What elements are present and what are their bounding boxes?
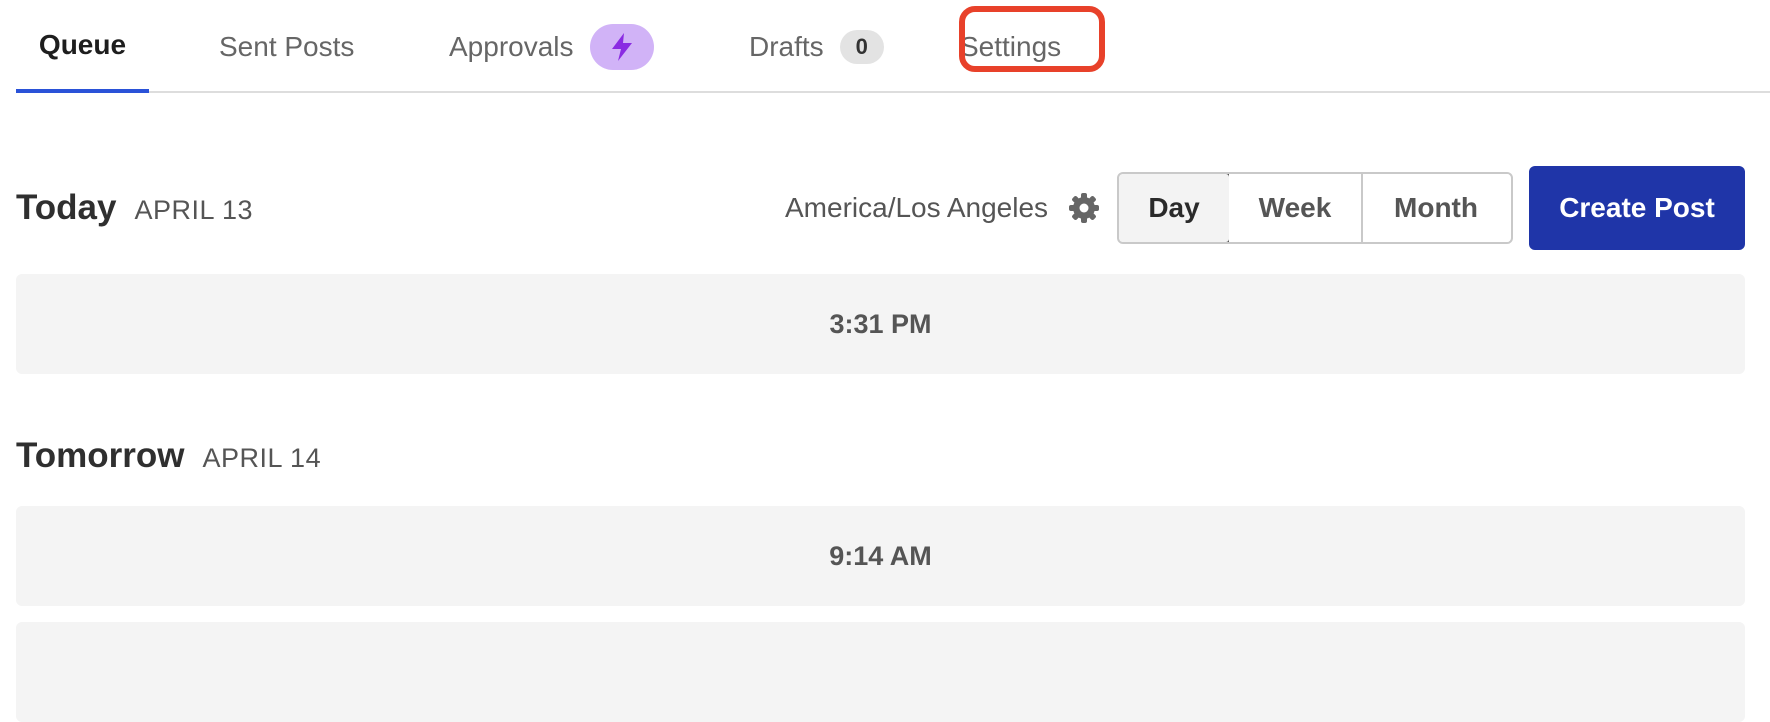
tab-queue[interactable]: Queue <box>16 0 149 93</box>
tab-bar: Queue Sent Posts Approvals Drafts 0 Sett… <box>16 0 1770 93</box>
time-slot[interactable]: 9:14 AM <box>16 506 1745 606</box>
tab-queue-label: Queue <box>38 28 127 60</box>
view-toggle: Day Week Month <box>1117 172 1513 244</box>
tab-sent-posts-label: Sent Posts <box>219 30 355 62</box>
view-week-button[interactable]: Week <box>1229 174 1363 242</box>
tab-settings[interactable]: Settings <box>960 0 1061 93</box>
tab-drafts-label: Drafts <box>749 30 824 62</box>
view-month-button[interactable]: Month <box>1363 174 1509 242</box>
day-title: Tomorrow <box>16 436 185 475</box>
tab-approvals[interactable]: Approvals <box>449 0 654 93</box>
day-date: APRIL 14 <box>202 443 322 473</box>
time-slot[interactable]: 3:31 PM <box>16 274 1745 374</box>
day-title: Today <box>16 188 117 227</box>
drafts-count-badge: 0 <box>839 29 884 64</box>
timezone-label: America/Los Angeles <box>785 192 1049 223</box>
tab-settings-label: Settings <box>960 30 1062 62</box>
day-date: APRIL 13 <box>134 195 254 225</box>
gear-icon[interactable] <box>1068 192 1100 224</box>
time-slot[interactable] <box>16 622 1745 722</box>
create-post-button[interactable]: Create Post <box>1529 166 1745 250</box>
tab-sent-posts[interactable]: Sent Posts <box>219 0 354 93</box>
day-header-tomorrow: Tomorrow APRIL 14 <box>16 436 321 476</box>
day-header-today: Today APRIL 13 <box>16 188 253 228</box>
tab-approvals-label: Approvals <box>449 30 574 62</box>
view-day-button[interactable]: Day <box>1119 174 1231 242</box>
tab-drafts[interactable]: Drafts 0 <box>749 0 884 93</box>
lightning-bolt-icon <box>589 23 654 70</box>
